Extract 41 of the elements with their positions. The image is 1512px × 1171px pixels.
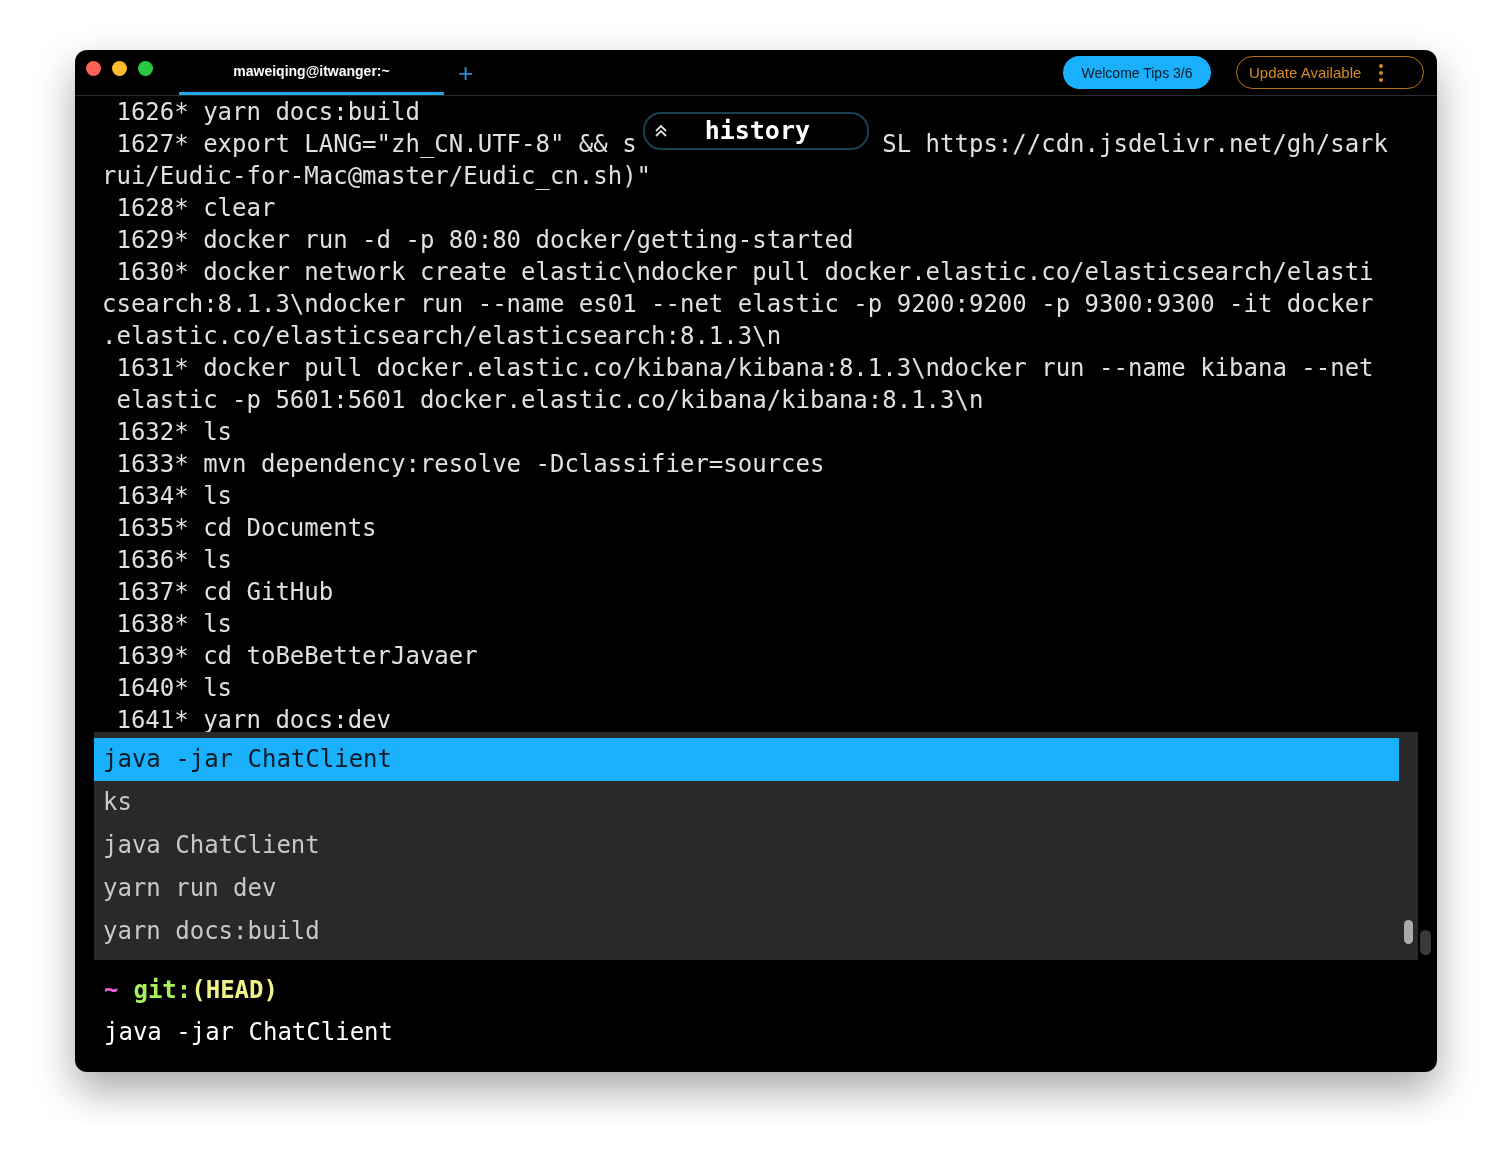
- output-line: 1639* cd toBeBetterJavaer: [115, 642, 478, 670]
- output-line: csearch:8.1.3\ndocker run --name es01 --net elastic -p 9200:9200 -p 9300:9300 -it docker: [102, 290, 1374, 318]
- output-line: 1638* ls: [115, 610, 233, 638]
- more-icon[interactable]: [1379, 63, 1384, 82]
- close-icon[interactable]: [86, 61, 101, 76]
- output-line: 1635* cd Documents: [115, 514, 377, 542]
- output-line: rui/Eudic-for-Mac@master/Eudic_cn.sh)": [102, 162, 652, 190]
- update-button[interactable]: Update Available: [1236, 56, 1424, 89]
- output-line: 1628* clear: [115, 194, 276, 222]
- prompt-directory: ~: [104, 976, 119, 1004]
- new-tab-button[interactable]: +: [458, 59, 474, 86]
- prompt-git-label: git:: [133, 976, 192, 1004]
- suggestion-item[interactable]: java ChatClient: [94, 824, 1399, 867]
- scrollbar-thumb[interactable]: [1420, 930, 1431, 955]
- minimize-icon[interactable]: [112, 61, 127, 76]
- output-line: 1626* yarn docs:build: [115, 98, 420, 126]
- output-line: 1634* ls: [115, 482, 233, 510]
- output-line: 1633* mvn dependency:resolve -Dclassifier=sources: [115, 450, 825, 478]
- output-line: 1641* yarn docs:dev: [115, 706, 391, 734]
- prompt-branch: (HEAD): [191, 976, 278, 1004]
- output-line: 1636* ls: [115, 546, 233, 574]
- terminal-tab[interactable]: maweiqing@itwanger:~: [179, 50, 444, 95]
- output-line: .elastic.co/elasticsearch/elasticsearch:8.1.3\n: [102, 322, 782, 350]
- maximize-icon[interactable]: [138, 61, 153, 76]
- suggestion-item[interactable]: yarn run dev: [94, 867, 1399, 910]
- suggestion-item[interactable]: java -jar ChatClient: [94, 738, 1399, 781]
- command-input[interactable]: java -jar ChatClient: [104, 1016, 1437, 1048]
- output-line: 1627* export LANG="zh_CN.UTF-8" && s: [115, 130, 637, 158]
- output-line: elastic -p 5601:5601 docker.elastic.co/kibana/kibana:8.1.3\n: [115, 386, 984, 414]
- suggestion-item[interactable]: ks: [94, 781, 1399, 824]
- output-line: 1640* ls: [115, 674, 233, 702]
- tips-button[interactable]: Welcome Tips 3/6: [1063, 56, 1211, 89]
- history-label: history: [704, 115, 810, 147]
- output-line: 1631* docker pull docker.elastic.co/kibana/kibana:8.1.3\ndocker run --name kibana --net: [115, 354, 1374, 382]
- suggestion-item[interactable]: yarn docs:build: [94, 910, 1399, 953]
- output-line: 1630* docker network create elastic\ndocker pull docker.elastic.co/elasticsearch/elasti: [115, 258, 1374, 286]
- output-line: 1632* ls: [115, 418, 233, 446]
- output-line: 1637* cd GitHub: [115, 578, 334, 606]
- output-line: 1629* docker run -d -p 80:80 docker/getting-started: [115, 226, 854, 254]
- scrollbar-thumb[interactable]: [1404, 920, 1413, 944]
- output-line: SL https://cdn.jsdelivr.net/gh/sark: [882, 130, 1388, 158]
